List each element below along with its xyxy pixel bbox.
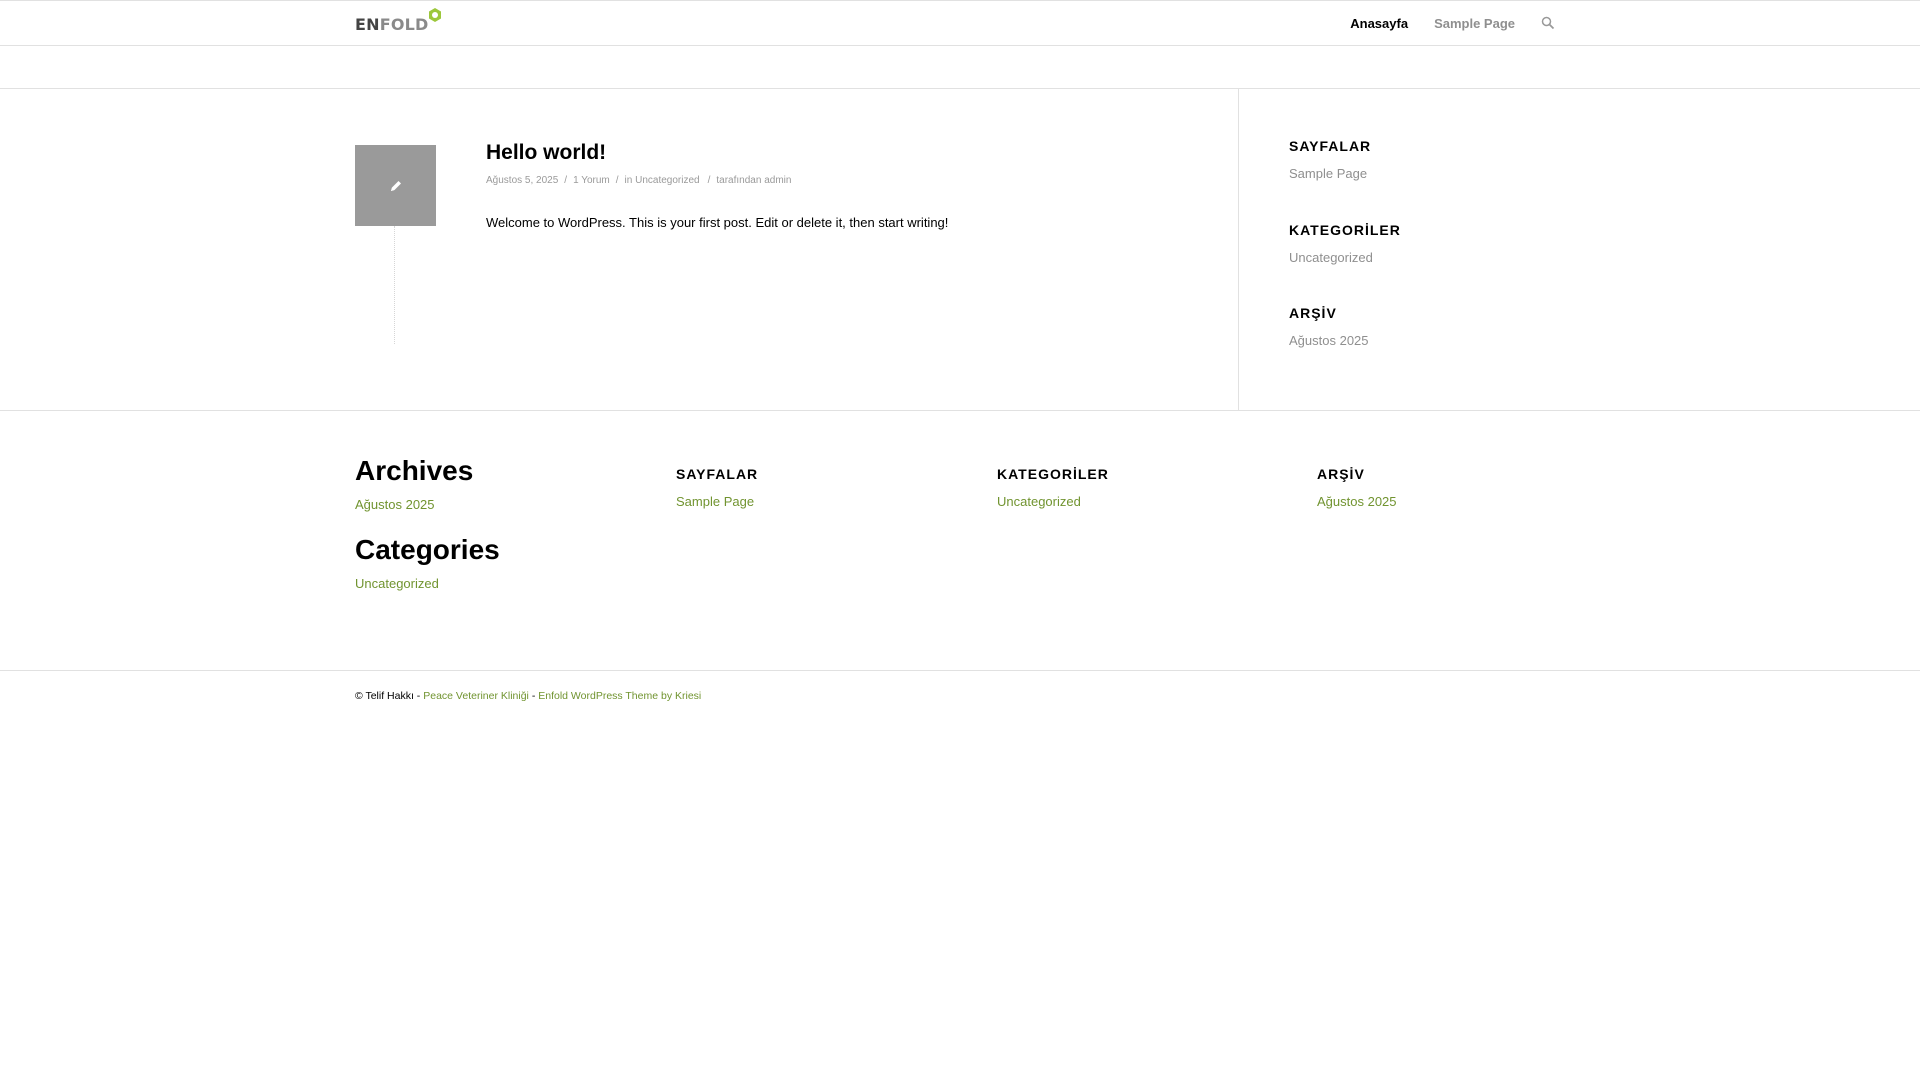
post-title[interactable]: Hello world! [486, 141, 606, 165]
widget-link[interactable]: Ağustos 2025 [1289, 333, 1369, 348]
search-icon[interactable] [1541, 16, 1555, 30]
post-excerpt: Welcome to WordPress. This is your first… [486, 215, 949, 230]
socket-copyright: © Telif Hakkı - Peace Veteriner Kliniği … [355, 690, 701, 702]
logo-text: ENFOLD [355, 15, 429, 34]
widget-title: ARŞİV [1289, 305, 1337, 321]
site-link[interactable]: Peace Veteriner Kliniği [423, 690, 529, 702]
footer-widget-link[interactable]: Ağustos 2025 [1317, 494, 1397, 509]
main-nav: Anasayfa Sample Page [1324, 1, 1555, 46]
site-logo[interactable]: ENFOLD [355, 7, 441, 34]
footer-widget-title: KATEGORİLER [997, 466, 1109, 482]
copyright-text: © Telif Hakkı - [355, 690, 421, 702]
socket-divider [0, 670, 1920, 671]
sidebar-widget-archive: ARŞİV Ağustos 2025 [1289, 305, 1369, 348]
footer-column-4: ARŞİV Ağustos 2025 [1317, 466, 1397, 509]
footer-widget-title: SAYFALAR [676, 466, 759, 482]
post-format-icon[interactable] [355, 145, 436, 226]
post-meta: Ağustos 5, 2025/1 Yorum / in Uncategorized… [486, 175, 792, 186]
logo-hexagon-icon [429, 8, 441, 22]
post-author-link[interactable]: admin [764, 175, 791, 186]
footer-divider [0, 410, 1920, 411]
widget-title: SAYFALAR [1289, 138, 1372, 154]
theme-credit-link[interactable]: Enfold WordPress Theme by Kriesi [538, 690, 701, 702]
footer-categories-title: Categories [355, 534, 500, 565]
footer-widget-title: ARŞİV [1317, 466, 1365, 482]
sidebar-widget-pages: SAYFALAR Sample Page [1289, 138, 1371, 181]
widget-link[interactable]: Uncategorized [1289, 250, 1401, 265]
title-divider [0, 88, 1920, 89]
nav-item-sample-page[interactable]: Sample Page [1434, 16, 1515, 31]
pencil-icon [390, 180, 401, 191]
post-author-prefix: tarafından [716, 175, 762, 186]
nav-item-anasayfa[interactable]: Anasayfa [1350, 16, 1408, 31]
footer-categories-link[interactable]: Uncategorized [355, 576, 500, 591]
post-comments-link[interactable]: 1 Yorum [573, 175, 610, 186]
footer-column-2: SAYFALAR Sample Page [676, 466, 758, 509]
sidebar-divider [1238, 88, 1239, 410]
post-category-link[interactable]: Uncategorized [635, 175, 699, 186]
footer-column-3: KATEGORİLER Uncategorized [997, 466, 1109, 509]
footer-column-1: Archives Ağustos 2025 Categories Uncateg… [355, 455, 500, 591]
widget-title: KATEGORİLER [1289, 222, 1401, 238]
sidebar-widget-categories: KATEGORİLER Uncategorized [1289, 222, 1401, 265]
site-header: ENFOLD Anasayfa Sample Page [0, 0, 1920, 46]
footer-widget-link[interactable]: Sample Page [676, 494, 758, 509]
post-timeline-line [394, 226, 395, 344]
post-category-prefix: in [624, 175, 633, 186]
footer-archives-link[interactable]: Ağustos 2025 [355, 497, 500, 512]
post-date: Ağustos 5, 2025 [486, 175, 559, 186]
footer-widget-link[interactable]: Uncategorized [997, 494, 1109, 509]
socket-dash: - [531, 690, 536, 702]
widget-link[interactable]: Sample Page [1289, 166, 1371, 181]
footer-archives-title: Archives [355, 455, 474, 486]
